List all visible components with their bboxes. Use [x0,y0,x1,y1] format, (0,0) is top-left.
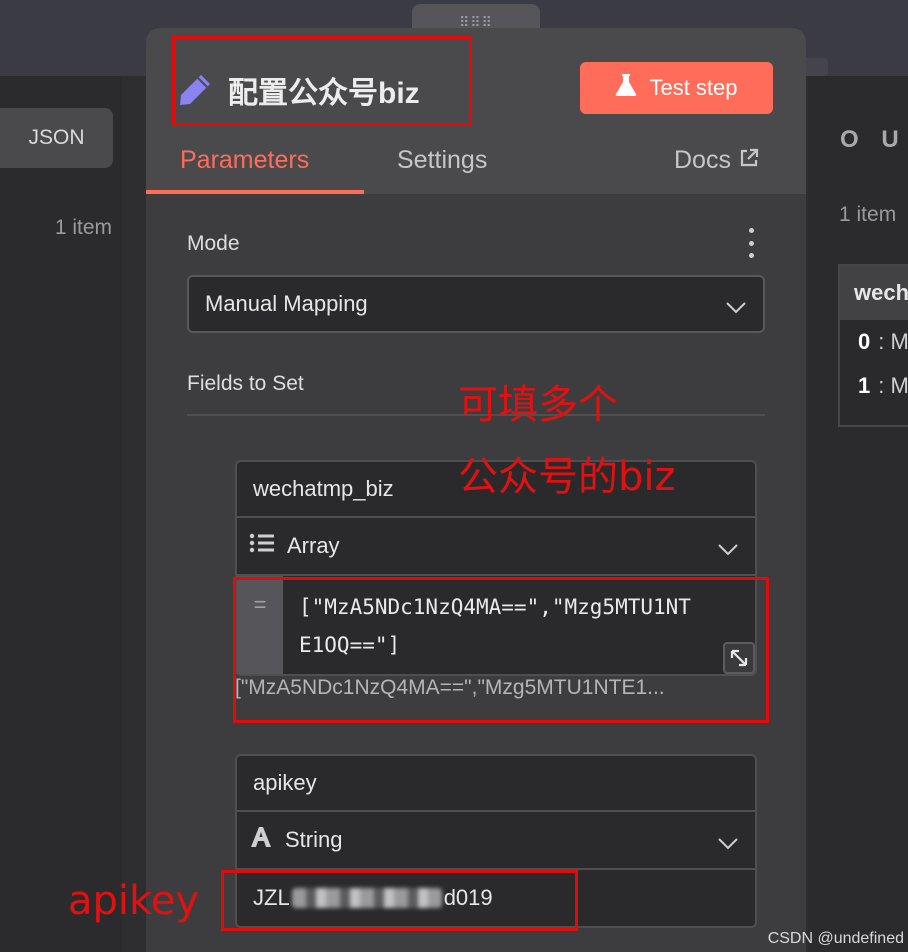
apikey-value-input[interactable]: JZL d019 [237,870,755,926]
parameters-body: Mode Manual Mapping Fields to Set wechat… [146,194,806,952]
annotation-note-line1: 可填多个 [458,382,618,428]
field-type-label: Array [287,533,340,558]
docs-label: Docs [674,146,731,174]
json-view-tab[interactable]: JSON [0,108,113,168]
field-type-label: String [285,827,343,852]
test-step-label: Test step [649,75,738,100]
string-type-icon [249,826,273,854]
fields-to-set-label: Fields to Set [187,372,304,395]
field-apikey: apikey String JZL d019 [235,754,757,928]
tab-parameters[interactable]: Parameters [180,146,309,175]
watermark: CSDN @undefined [767,930,904,947]
row-value: : M [878,373,908,398]
apikey-prefix: JZL [253,885,290,910]
mode-label: Mode [187,232,240,255]
node-tabs: Parameters Settings Docs [146,134,806,194]
output-table-row: 1 : M [840,364,908,408]
input-item-count: 1 item [54,216,112,239]
row-value: : M [878,329,908,354]
output-table-header: wech [840,266,908,320]
node-title[interactable]: 配置公众号biz [228,68,420,112]
external-link-icon [739,146,759,175]
flask-icon [615,73,637,103]
pencil-icon[interactable] [176,71,214,109]
list-icon [249,532,275,560]
value-line-2: E1OQ=="] [299,633,401,657]
row-index: 1 [858,373,871,398]
node-title-area[interactable]: 配置公众号biz [176,68,420,112]
annotation-apikey: apikey [68,878,200,924]
output-table-row: 0 : M [840,320,908,364]
field-value-text[interactable]: ["MzA5NDc1NzQ4MA==","Mzg5MTU1NT E1OQ=="] [283,576,755,674]
chevron-down-icon [725,295,747,321]
output-panel: O U T 1 item wech 0 : M 1 : M [808,76,908,952]
apikey-suffix: d019 [443,885,493,910]
field-type-select[interactable]: Array [237,518,755,576]
field-name-input[interactable]: apikey [237,756,755,812]
value-preview: ["MzA5NDc1NzQ4MA==","Mzg5MTU1NTE1... [235,676,665,699]
mode-value: Manual Mapping [205,291,368,316]
output-item-count: 1 item [839,203,897,226]
output-table: wech 0 : M 1 : M [838,264,908,427]
annotation-note-line2: 公众号的biz [458,454,676,500]
chevron-down-icon [717,537,739,563]
test-step-button[interactable]: Test step [580,62,773,114]
input-panel: JSON 1 item [0,76,122,952]
value-line-1: ["MzA5NDc1NzQ4MA==","Mzg5MTU1NT [299,595,691,619]
more-options-icon[interactable] [744,228,758,258]
mode-select[interactable]: Manual Mapping [187,275,765,333]
node-header: 配置公众号biz Test step Parameters Settings D… [146,28,806,194]
field-value-editor[interactable]: = ["MzA5NDc1NzQ4MA==","Mzg5MTU1NT E1OQ=="… [237,576,755,674]
field-type-select[interactable]: String [237,812,755,870]
expand-editor-icon[interactable] [723,642,755,674]
tab-docs[interactable]: Docs [674,146,759,175]
redacted-blur [291,888,442,908]
chevron-down-icon [717,831,739,857]
expression-toggle-icon[interactable]: = [237,576,283,674]
output-title: O U T [840,126,908,153]
row-index: 0 [858,329,871,354]
tab-settings[interactable]: Settings [397,146,487,175]
